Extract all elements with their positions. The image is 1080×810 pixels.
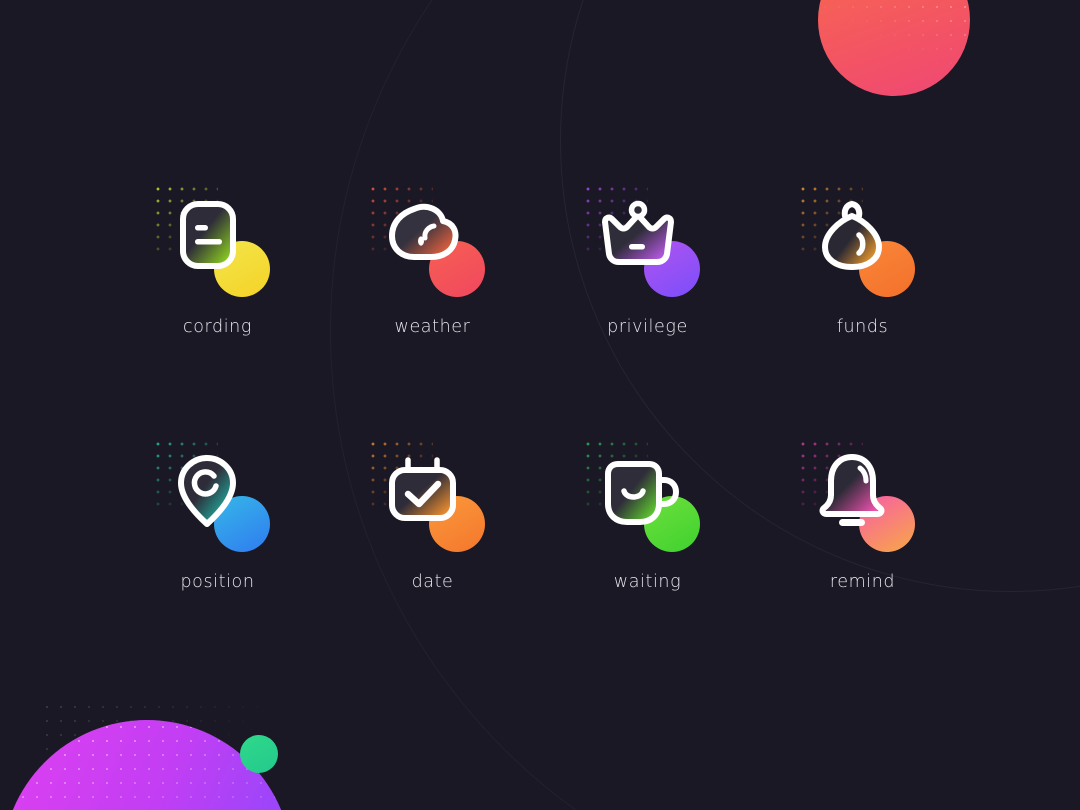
background-blob-green-yellow xyxy=(826,0,938,56)
icon-label: remind xyxy=(829,572,896,592)
icon-label: funds xyxy=(836,317,889,337)
icon-cell-position[interactable]: position xyxy=(110,438,325,695)
icon-label: date xyxy=(411,572,454,592)
icon-label: waiting xyxy=(613,572,682,592)
money-bag-icon xyxy=(821,201,882,270)
map-pin-icon xyxy=(177,455,236,527)
background-dot-field-bottom-left xyxy=(40,700,260,810)
icon-cell-privilege[interactable]: privilege xyxy=(540,183,755,440)
background-dot-overlay-top xyxy=(818,0,970,96)
icon-cell-funds[interactable]: funds xyxy=(755,183,970,440)
icon-artwork-cording xyxy=(151,183,282,303)
icon-cell-cording[interactable]: cording xyxy=(110,183,325,440)
icon-label: weather xyxy=(394,317,471,337)
background-blob-green-small xyxy=(240,735,278,773)
icon-artwork-privilege xyxy=(581,183,712,303)
icon-cell-remind[interactable]: remind xyxy=(755,438,970,695)
icon-artwork-funds xyxy=(796,183,927,303)
icon-artwork-position xyxy=(151,438,282,558)
icon-grid: cording weather privilege funds position… xyxy=(110,183,970,695)
calendar-check-icon xyxy=(388,457,456,521)
cloud-moon-icon xyxy=(388,203,458,260)
background-blob-red-pink xyxy=(818,0,970,96)
document-lines-icon xyxy=(179,201,236,269)
icon-label: cording xyxy=(183,317,252,337)
icon-label: privilege xyxy=(607,317,688,337)
icon-artwork-date xyxy=(366,438,497,558)
bell-icon xyxy=(819,454,884,526)
icon-artwork-weather xyxy=(366,183,497,303)
icon-artwork-remind xyxy=(796,438,927,558)
background-dot-overlay-bottom xyxy=(2,720,292,810)
icon-artwork-waiting xyxy=(581,438,712,558)
icon-showcase-canvas: cording weather privilege funds position… xyxy=(0,0,1080,810)
background-blob-magenta-purple xyxy=(2,720,292,810)
icon-label: position xyxy=(180,572,255,592)
icon-cell-waiting[interactable]: waiting xyxy=(540,438,755,695)
icon-cell-date[interactable]: date xyxy=(325,438,540,695)
crown-icon xyxy=(601,200,674,265)
icon-cell-weather[interactable]: weather xyxy=(325,183,540,440)
coffee-mug-icon xyxy=(604,461,679,525)
